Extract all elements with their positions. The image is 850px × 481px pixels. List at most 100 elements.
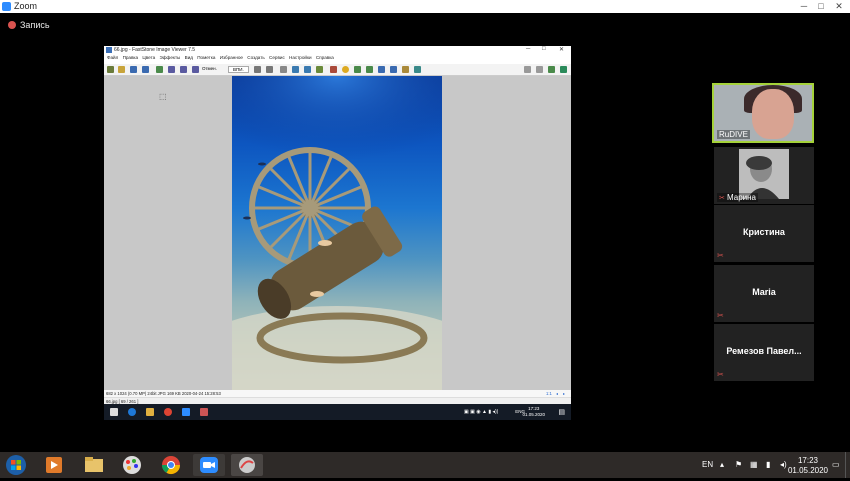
- browser-icon[interactable]: [414, 66, 421, 73]
- network-icon[interactable]: ▦: [750, 460, 758, 469]
- menu-favorites[interactable]: Избранное: [220, 55, 243, 60]
- info-icon[interactable]: [548, 66, 555, 73]
- fullscreen-icon[interactable]: [560, 66, 567, 73]
- rotate-right-icon[interactable]: [266, 66, 273, 73]
- battery-icon[interactable]: ▮: [766, 460, 770, 469]
- volume-icon[interactable]: ◂): [780, 460, 787, 469]
- image-view[interactable]: ⬚: [104, 76, 571, 390]
- viewer-title: 66.jpg - FastStone Image Viewer 7.5: [114, 47, 196, 53]
- zoom-out-icon[interactable]: [180, 66, 187, 73]
- viewer-maximize-button[interactable]: □: [542, 46, 546, 52]
- rotate-left-icon[interactable]: [254, 66, 261, 73]
- remote-explorer-icon[interactable]: [146, 408, 154, 416]
- compare-icon[interactable]: [390, 66, 397, 73]
- taskbar-zoom[interactable]: [193, 454, 225, 476]
- taskbar-chrome[interactable]: [155, 454, 187, 476]
- taskbar-explorer[interactable]: [78, 454, 110, 476]
- thumbnail-icon[interactable]: [536, 66, 543, 73]
- fit-icon[interactable]: [192, 66, 199, 73]
- folder-icon[interactable]: [118, 66, 125, 73]
- adjust-icon[interactable]: [316, 66, 323, 73]
- language-indicator[interactable]: EN: [702, 460, 713, 469]
- start-button[interactable]: [3, 454, 29, 476]
- underwater-photo: [232, 76, 442, 390]
- viewer-minimize-button[interactable]: ─: [526, 46, 530, 52]
- print-icon[interactable]: [142, 66, 149, 73]
- redeye-icon[interactable]: [330, 66, 337, 73]
- viewer-close-button[interactable]: ✕: [559, 46, 564, 53]
- participant-tile-kristina[interactable]: Кристина ✂: [714, 205, 814, 262]
- remote-faststone-icon[interactable]: [200, 408, 208, 416]
- security-icon[interactable]: ⚑: [735, 460, 742, 469]
- remote-chrome-icon[interactable]: [164, 408, 172, 416]
- recording-label: Запись: [20, 20, 50, 30]
- remote-tray-icons: ▣ ▣ ◉ ▲ ▮ ◂)): [464, 409, 499, 415]
- maximize-button[interactable]: □: [812, 0, 830, 13]
- email-icon[interactable]: [156, 66, 163, 73]
- fit-field[interactable]: ВПИ.: [228, 66, 249, 73]
- lightbulb-icon[interactable]: [342, 66, 349, 73]
- menu-tools[interactable]: Сервис: [269, 55, 285, 60]
- menu-create[interactable]: Создать: [247, 55, 264, 60]
- close-button[interactable]: ✕: [830, 0, 848, 13]
- participant-tile-maria[interactable]: Maria ✂: [714, 265, 814, 322]
- menu-help[interactable]: Справка: [316, 55, 334, 60]
- save-icon[interactable]: [130, 66, 137, 73]
- effects-icon[interactable]: [354, 66, 361, 73]
- recording-indicator[interactable]: Запись: [8, 20, 50, 30]
- batch-icon[interactable]: [402, 66, 409, 73]
- canvas-icon[interactable]: [304, 66, 311, 73]
- window-title: Zoom: [14, 1, 38, 11]
- slideshow-icon[interactable]: [378, 66, 385, 73]
- prev-icon[interactable]: ◂: [556, 391, 558, 396]
- menu-tag[interactable]: Пометка: [197, 55, 215, 60]
- resize-icon[interactable]: [292, 66, 299, 73]
- clock-date: 01.05.2020: [787, 466, 828, 475]
- remote-start-icon[interactable]: [110, 408, 118, 416]
- minimize-button[interactable]: ─: [795, 0, 813, 13]
- zoom-ratio[interactable]: 1:1: [546, 391, 552, 396]
- participant-face: [752, 89, 794, 139]
- remote-edge-icon[interactable]: [128, 408, 136, 416]
- view-mode-icon[interactable]: [524, 66, 531, 73]
- remote-zoom-icon[interactable]: [182, 408, 190, 416]
- sharpen-icon[interactable]: [366, 66, 373, 73]
- action-center-icon[interactable]: ▭: [832, 460, 840, 469]
- taskbar-paint[interactable]: [116, 454, 148, 476]
- remote-date: 01.05.2020: [522, 411, 545, 417]
- participant-name: Марина: [727, 193, 756, 202]
- participant-tile-rudive[interactable]: RuDIVE: [712, 83, 814, 143]
- remote-clock[interactable]: 17:23 01.05.2020: [522, 406, 545, 417]
- viewer-menubar: Файл Правка Цвета Эффекты Вид Пометка Из…: [104, 55, 571, 63]
- mic-muted-icon: ✂: [717, 251, 724, 260]
- participant-name: Ремезов Павел...: [726, 346, 802, 356]
- remote-notifications-icon[interactable]: ▤: [558, 408, 565, 416]
- menu-colors[interactable]: Цвета: [142, 55, 155, 60]
- viewer-toolbar: Отмен. ВПИ.: [104, 64, 571, 76]
- participant-name: RuDIVE: [717, 130, 750, 139]
- taskbar-faststone[interactable]: [231, 454, 263, 476]
- menu-file[interactable]: Файл: [107, 55, 118, 60]
- taskbar-media-player[interactable]: [38, 454, 70, 476]
- menu-effects[interactable]: Эффекты: [159, 55, 180, 60]
- system-clock[interactable]: 17:23 01.05.2020: [788, 456, 828, 476]
- participant-tile-marina[interactable]: ✂ Марина: [714, 147, 814, 204]
- participant-label: ✂ Марина: [717, 193, 758, 202]
- open-icon[interactable]: [107, 66, 114, 73]
- faststone-icon: [106, 47, 112, 53]
- crop-icon[interactable]: [280, 66, 287, 73]
- wreck-illustration: [232, 76, 442, 390]
- zoom-in-icon[interactable]: [168, 66, 175, 73]
- participant-name: Maria: [752, 287, 776, 297]
- mic-muted-icon: ✂: [719, 195, 725, 202]
- mic-muted-icon: ✂: [717, 370, 724, 379]
- cancel-zoom-field[interactable]: Отмен.: [202, 66, 217, 71]
- menu-edit[interactable]: Правка: [123, 55, 139, 60]
- menu-settings[interactable]: Настройки: [289, 55, 312, 60]
- menu-view[interactable]: Вид: [185, 55, 193, 60]
- participant-tile-remezov[interactable]: Ремезов Павел... ✂: [714, 324, 814, 381]
- next-icon[interactable]: ▸: [563, 391, 565, 396]
- image-info: 682 x 1024 (0.70 MP) 24bit JPG 169 KB 20…: [106, 391, 221, 396]
- show-desktop-button[interactable]: [845, 452, 850, 478]
- tray-expand-icon[interactable]: ▴: [720, 460, 724, 469]
